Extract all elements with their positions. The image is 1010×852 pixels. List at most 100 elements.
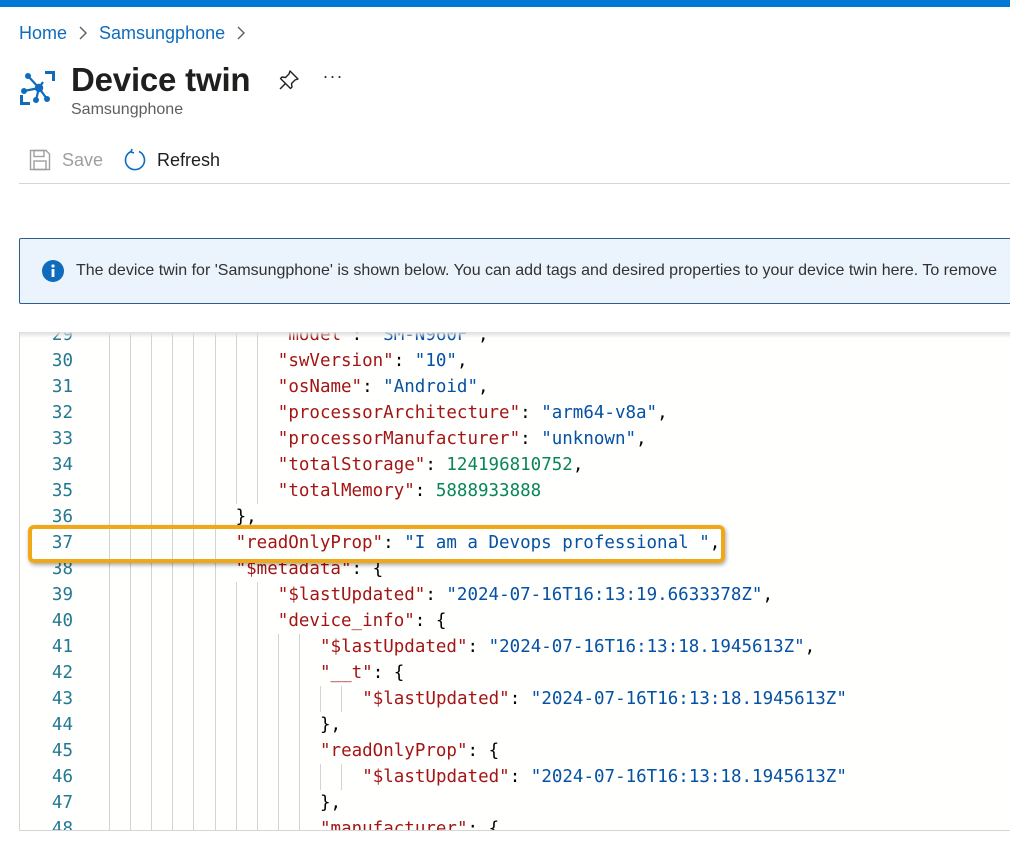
code-line[interactable]: 36}, [20, 504, 1010, 530]
code-text: "swVersion": "10", [278, 348, 468, 374]
code-line[interactable]: 34 "totalStorage": 124196810752, [20, 452, 1010, 478]
indent-guide [235, 634, 237, 660]
indent-guide [298, 686, 300, 712]
save-button[interactable]: Save [19, 148, 103, 172]
json-punc-token: : [467, 637, 489, 657]
breadcrumb-home-link[interactable]: Home [19, 23, 67, 44]
code-line[interactable]: 39 "$lastUpdated": "2024-07-16T16:13:19.6… [20, 582, 1010, 608]
json-str-token: "2024-07-16T16:13:18.1945613Z" [530, 767, 847, 787]
info-icon [42, 260, 64, 282]
code-line[interactable]: 38 "$metadata": { [20, 556, 1010, 582]
code-line[interactable]: 48 "manufacturer": { [20, 816, 1010, 830]
more-options-button[interactable]: ··· [321, 66, 345, 90]
code-text: "$lastUpdated": "2024-07-16T16:13:18.194… [362, 764, 847, 790]
indent-guide [109, 764, 110, 790]
indent-guide [256, 764, 258, 790]
json-punc-token: , [456, 351, 468, 371]
pin-icon[interactable] [277, 68, 301, 92]
indent-guide [193, 790, 195, 816]
json-punc-token: : [414, 481, 436, 501]
indent-guide [298, 712, 300, 738]
json-punc-token: , [636, 429, 647, 449]
indent-guide [130, 452, 132, 478]
indent-guide [256, 374, 258, 400]
code-line[interactable]: 30 "swVersion": "10", [20, 348, 1010, 374]
json-key-token: "__t" [320, 663, 373, 683]
indent-guide [130, 634, 132, 660]
json-punc-token: : [520, 429, 542, 449]
toolbar-divider [19, 183, 1010, 184]
indent-guide [235, 660, 237, 686]
indent-guide [256, 790, 258, 816]
indent-guide [109, 530, 110, 556]
indent-guide [235, 790, 237, 816]
json-key-token: "$lastUpdated" [320, 637, 468, 657]
indent-guide [214, 608, 216, 634]
code-text: }, [320, 712, 341, 738]
indent-guide [193, 582, 195, 608]
indent-guide [130, 686, 132, 712]
code-line[interactable]: 42 "__t": { [20, 660, 1010, 686]
indent-guide [235, 374, 237, 400]
indent-guide [193, 478, 195, 504]
indent-guide [151, 348, 153, 374]
portal-top-bar [0, 0, 1010, 7]
indent-guide [151, 452, 153, 478]
indent-guide [235, 348, 237, 374]
indent-guide [172, 712, 174, 738]
code-line[interactable]: 43 "$lastUpdated": "2024-07-16T16:13:18.1… [20, 686, 1010, 712]
code-line[interactable]: 37 "readOnlyProp": "I am a Devops profess… [20, 530, 1010, 556]
indent-guide [256, 348, 258, 374]
indent-guide [130, 400, 132, 426]
code-line[interactable]: 40 "device_info": { [20, 608, 1010, 634]
indent-guide [193, 530, 195, 556]
json-key-token: "osName" [277, 377, 363, 397]
indent-guide [214, 582, 216, 608]
json-editor[interactable]: 29 "model": "SM-N960F", 30 "swVersion": "10… [19, 332, 1010, 831]
line-number: 43 [51, 689, 73, 709]
refresh-button[interactable]: Refresh [123, 148, 220, 172]
json-str-token: "unknown" [541, 429, 637, 449]
breadcrumb-samsungphone-link[interactable]: Samsungphone [99, 23, 225, 44]
indent-guide [172, 608, 174, 634]
indent-guide [214, 790, 216, 816]
indent-guide [256, 660, 258, 686]
code-line[interactable]: 46 "$lastUpdated": "2024-07-16T16:13:18.1… [20, 764, 1010, 790]
code-line[interactable]: 45 "readOnlyProp": { [20, 738, 1010, 764]
json-key-token: "totalMemory" [277, 481, 415, 501]
indent-guide [277, 660, 279, 686]
indent-guide [130, 738, 132, 764]
json-punc-token: : [509, 689, 531, 709]
indent-guide [109, 348, 110, 374]
indent-guide [172, 686, 174, 712]
code-text: "readOnlyProp": { [320, 738, 499, 764]
code-line[interactable]: 44}, [20, 712, 1010, 738]
code-line[interactable]: 31 "osName": "Android", [20, 374, 1010, 400]
indent-guide [235, 686, 237, 712]
indent-guide [151, 790, 153, 816]
json-str-token: "arm64-v8a" [541, 403, 658, 423]
code-text: }, [320, 790, 341, 816]
line-number: 44 [51, 715, 73, 735]
code-line[interactable]: 47}, [20, 790, 1010, 816]
indent-guide [109, 582, 110, 608]
indent-guide [235, 712, 237, 738]
indent-guide [214, 426, 216, 452]
indent-guide [256, 608, 258, 634]
indent-guide [172, 504, 174, 530]
indent-guide [277, 738, 279, 764]
indent-guide [277, 686, 279, 712]
code-text: "$lastUpdated": "2024-07-16T16:13:19.663… [278, 582, 773, 608]
indent-guide [256, 582, 258, 608]
indent-guide [109, 790, 110, 816]
indent-guide [172, 738, 174, 764]
json-key-token: "totalStorage" [277, 455, 426, 475]
code-line[interactable]: 33 "processorManufacturer": "unknown", [20, 426, 1010, 452]
iot-device-twin-icon [19, 68, 59, 108]
indent-guide [172, 348, 174, 374]
indent-guide [235, 764, 237, 790]
code-text: "osName": "Android", [278, 374, 489, 400]
code-line[interactable]: 41 "$lastUpdated": "2024-07-16T16:13:18.1… [20, 634, 1010, 660]
code-line[interactable]: 35 "totalMemory": 5888933888 [20, 478, 1010, 504]
code-line[interactable]: 32 "processorArchitecture": "arm64-v8a", [20, 400, 1010, 426]
